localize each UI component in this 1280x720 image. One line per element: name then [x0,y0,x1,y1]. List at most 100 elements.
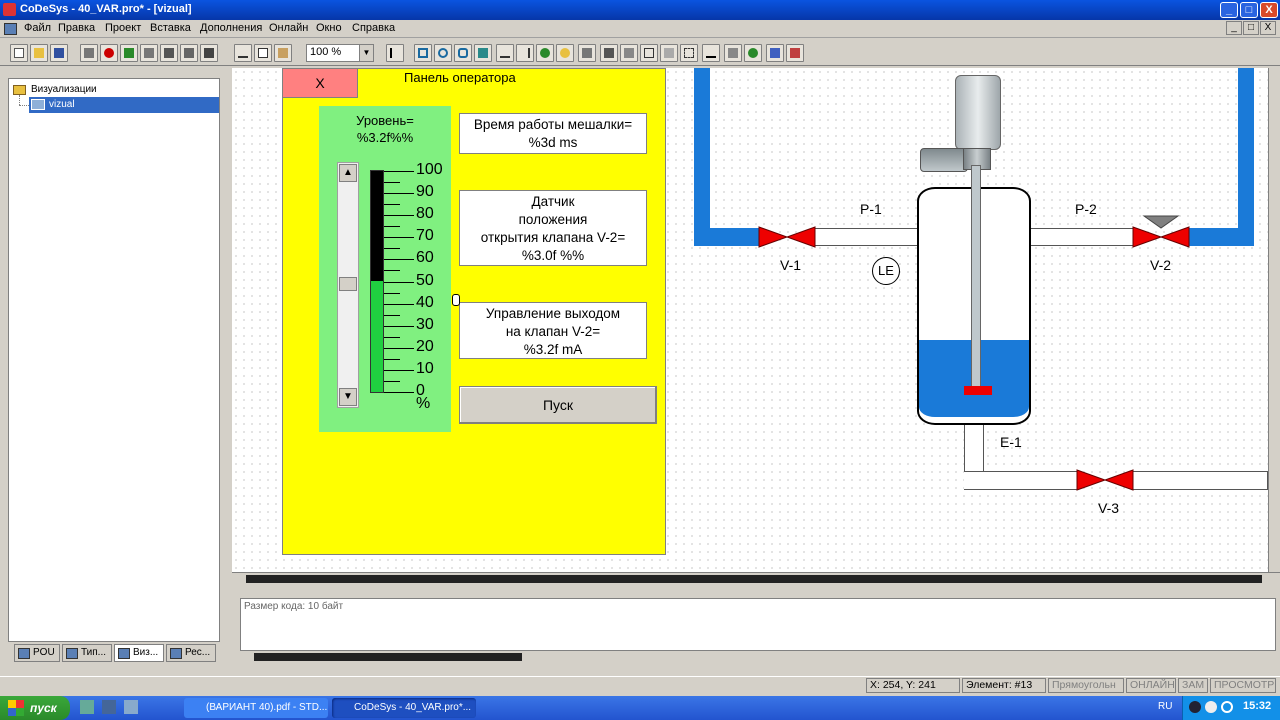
open-folder-icon[interactable] [30,44,48,62]
level-sensor-le: LE [872,257,900,285]
rectangle-tool-icon[interactable] [414,44,432,62]
scale-minor-tick [384,182,400,183]
pointer-tool-icon[interactable] [386,44,404,62]
ellipse-tool-icon[interactable] [434,44,452,62]
clock: 15:32 [1243,700,1272,712]
new-file-icon[interactable] [10,44,28,62]
scale-minor-tick [384,359,400,360]
message-scrollbar[interactable] [240,650,1276,662]
valve-v1-icon[interactable] [758,226,816,248]
pie-tool-icon[interactable] [536,44,554,62]
status-bar: X: 254, Y: 241 Элемент: #13 Прямоугольн … [0,676,1280,694]
cut-icon[interactable] [234,44,252,62]
scale-major-tick [384,237,414,238]
slider-down-arrow-icon[interactable]: ▼ [339,388,357,406]
tray-icon[interactable] [1221,701,1233,713]
slider-thumb[interactable] [339,277,357,291]
monitor-icon[interactable] [180,44,198,62]
print-preview-icon[interactable] [200,44,218,62]
tab-data-types[interactable]: Тип... [62,644,112,662]
document-icon[interactable] [4,23,17,35]
step-icon[interactable] [140,44,158,62]
menu-window[interactable]: Окно [316,22,342,34]
scale-label: 50 [416,272,434,289]
tray-icon[interactable] [1189,701,1201,713]
menu-file[interactable]: Файл [24,22,51,34]
web-browser-tool-icon[interactable] [620,44,638,62]
panel-close-button[interactable]: X [282,68,358,98]
app-icon [3,3,16,16]
paste-icon[interactable] [274,44,292,62]
tray-icon[interactable] [1205,701,1217,713]
curve-tool-icon[interactable] [516,44,534,62]
inlet-pipe-horizontal [694,228,760,246]
menu-online[interactable]: Онлайн [269,22,308,34]
copy-icon[interactable] [254,44,272,62]
slider-up-arrow-icon[interactable]: ▲ [339,164,357,182]
menu-edit[interactable]: Правка [58,22,95,34]
quicklaunch-icon[interactable] [124,700,138,714]
menu-extras[interactable]: Дополнения [200,22,262,34]
mixer-bracket-icon [920,148,968,172]
mdi-restore-button[interactable]: □ [1243,21,1259,35]
histogram-tool-icon[interactable] [786,44,804,62]
online-indicator: ОНЛАЙН [1126,678,1176,693]
zoom-value: 100 % [310,46,342,58]
start-button[interactable]: Пуск [459,386,657,424]
scale-minor-tick [384,293,400,294]
task-pdf[interactable]: (ВАРИАНТ 40).pdf - STD... [184,698,328,718]
language-indicator[interactable]: RU [1158,701,1172,712]
text-tool-icon[interactable] [702,44,720,62]
bitmap-tool-icon[interactable] [556,44,574,62]
scrollbar-tool-icon[interactable] [724,44,742,62]
valve-v2-icon[interactable] [1132,214,1190,248]
task-codesys[interactable]: CoDeSys - 40_VAR.pro*... [332,698,476,718]
chevron-down-icon[interactable]: ▼ [359,45,373,61]
element-number: Элемент: #13 [962,678,1046,693]
quicklaunch-icon[interactable] [102,700,116,714]
tab-resources[interactable]: Рес... [166,644,216,662]
rounded-rect-tool-icon[interactable] [454,44,472,62]
quicklaunch-icon[interactable] [80,700,94,714]
stop-icon[interactable] [100,44,118,62]
activex-tool-icon[interactable] [660,44,678,62]
maximize-button[interactable]: □ [1240,2,1258,18]
menu-project[interactable]: Проект [105,22,141,34]
print-icon[interactable] [160,44,178,62]
visualization-tool-icon[interactable] [578,44,596,62]
bar-display-tool-icon[interactable] [766,44,784,62]
scale-major-tick [384,370,414,371]
scrollbar-thumb[interactable] [254,653,522,661]
valve-v3-icon[interactable] [1076,469,1134,491]
polygon-tool-icon[interactable] [474,44,492,62]
tab-pou[interactable]: POU [14,644,60,662]
tree-item-visualizations[interactable]: Визуализации [31,84,97,95]
polyline-tool-icon[interactable] [496,44,514,62]
overwrite-indicator: ЗАМ [1178,678,1208,693]
editor-vertical-scrollbar[interactable] [1268,68,1280,572]
mdi-minimize-button[interactable]: _ [1226,21,1242,35]
close-window-button[interactable]: X [1260,2,1278,18]
zoom-select[interactable]: 100 % ▼ [306,44,374,62]
minimize-button[interactable]: _ [1220,2,1238,18]
drawing-mode: Прямоугольн [1048,678,1124,693]
scale-label: 70 [416,227,434,244]
menu-help[interactable]: Справка [352,22,395,34]
scale-minor-tick [384,270,400,271]
tab-visualizations[interactable]: Виз... [114,644,164,662]
run-icon[interactable] [120,44,138,62]
mdi-close-button[interactable]: X [1260,21,1276,35]
table-tool-icon[interactable] [640,44,658,62]
save-icon[interactable] [50,44,68,62]
scale-label: 20 [416,338,434,355]
scale-major-tick [384,282,414,283]
grid-tool-icon[interactable] [680,44,698,62]
build-icon[interactable] [80,44,98,62]
button-tool-icon[interactable] [600,44,618,62]
menu-insert[interactable]: Вставка [150,22,191,34]
scrollbar-thumb[interactable] [246,575,1262,583]
meter-tool-icon[interactable] [744,44,762,62]
scale-major-tick [384,259,414,260]
tree-item-vizual[interactable]: vizual [49,99,75,110]
editor-horizontal-scrollbar[interactable] [232,572,1280,586]
